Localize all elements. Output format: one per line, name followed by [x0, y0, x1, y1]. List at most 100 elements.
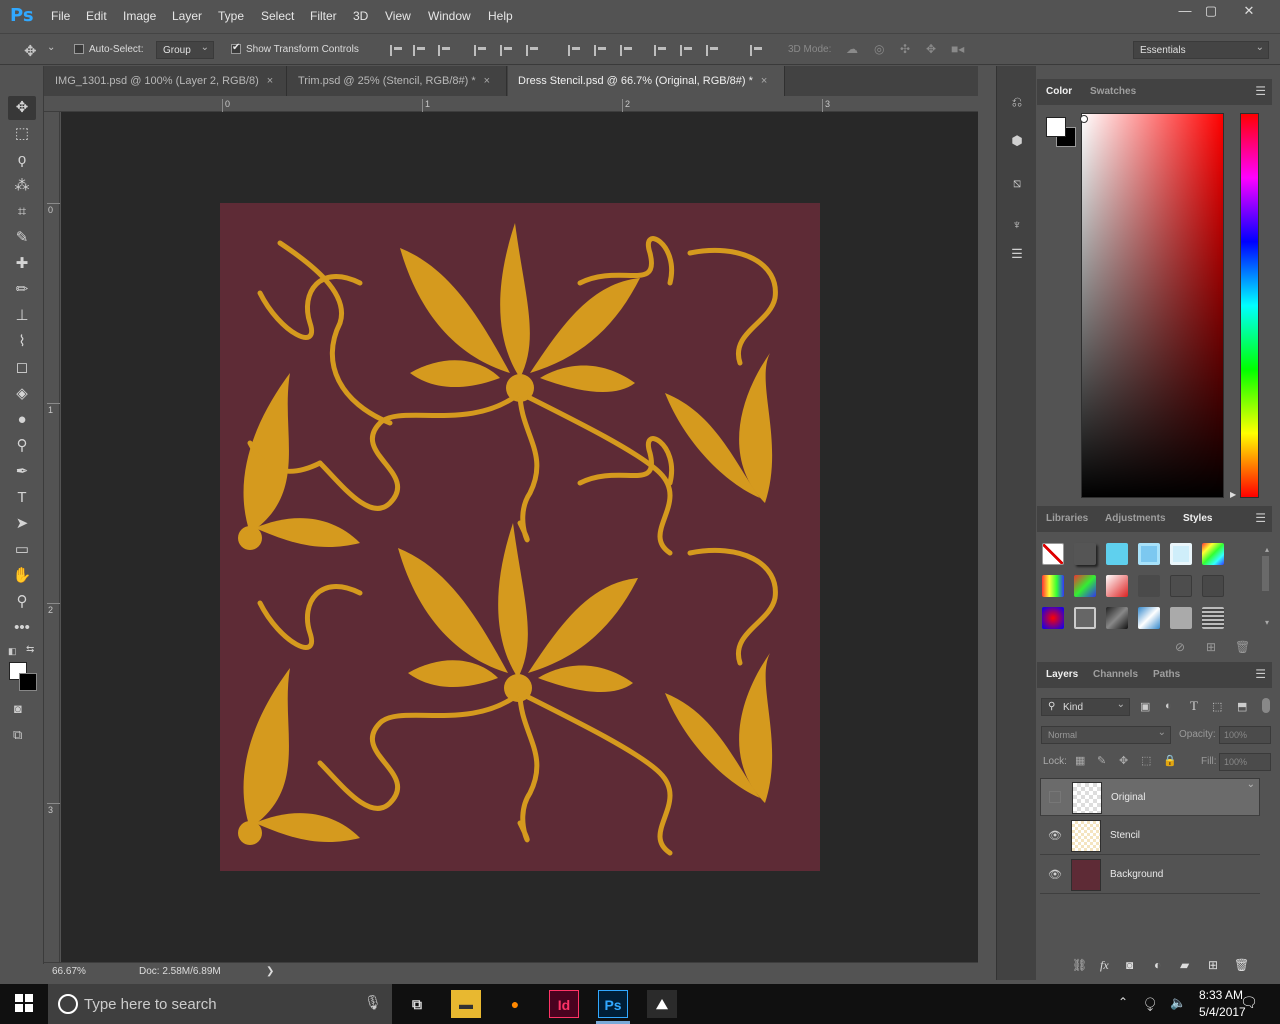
crop-tool-icon[interactable]: ⌗	[8, 200, 36, 224]
menu-help[interactable]: Help	[488, 9, 513, 23]
volume-icon[interactable]: 🔈	[1170, 995, 1186, 1011]
move-tool-preset-icon[interactable]: ✥	[24, 42, 37, 60]
eraser-tool-icon[interactable]: ◻	[8, 356, 36, 380]
layer-kind-filter[interactable]: ⚲ Kind ⌄	[1041, 698, 1130, 716]
trash-icon[interactable]: 🗑	[1234, 958, 1249, 972]
microphone-icon[interactable]: 🎙	[364, 994, 382, 1011]
filter-smart-object-icon[interactable]: ⬒	[1237, 700, 1247, 713]
distribute-right-icon[interactable]	[706, 45, 719, 56]
tab-color[interactable]: Color	[1046, 86, 1072, 97]
lock-all-icon[interactable]: 🔒	[1163, 754, 1177, 767]
distribute-hcenter-icon[interactable]	[680, 45, 693, 56]
menu-view[interactable]: View	[385, 9, 411, 23]
tab-layers[interactable]: Layers	[1046, 669, 1078, 680]
type-tool-icon[interactable]: T	[8, 486, 36, 510]
auto-select-checkbox[interactable]	[74, 44, 84, 54]
style-gray-outline[interactable]	[1170, 575, 1192, 597]
clone-stamp-tool-icon[interactable]: ⊥	[8, 304, 36, 328]
distribute-top-icon[interactable]	[568, 45, 581, 56]
start-windows-icon[interactable]	[15, 994, 33, 1012]
photoshop-app-icon[interactable]: Ps	[598, 990, 628, 1018]
workspace-select[interactable]: Essentials	[1133, 41, 1269, 59]
menu-window[interactable]: Window	[428, 9, 471, 23]
3d-orbit-icon[interactable]: ☁	[846, 42, 858, 56]
rectangle-tool-icon[interactable]: ▭	[8, 538, 36, 562]
styles-scrollbar[interactable]	[1262, 556, 1269, 591]
swap-colors-icon[interactable]: ⇆	[26, 644, 34, 655]
tab-paths[interactable]: Paths	[1153, 669, 1180, 680]
zoom-level[interactable]: 66.67%	[52, 966, 86, 977]
close-tab-icon[interactable]: ×	[761, 75, 767, 87]
hue-slider-handle-icon[interactable]: ▶	[1230, 490, 1236, 499]
opacity-input[interactable]: 100%	[1219, 726, 1271, 744]
blend-mode-select[interactable]: Normal ⌄	[1041, 726, 1171, 744]
notifications-icon[interactable]: 🗨	[1240, 994, 1258, 1011]
screen-mode-icon[interactable]: ⧉	[13, 727, 22, 743]
style-stroke[interactable]	[1074, 607, 1096, 629]
filter-type-icon[interactable]: T	[1190, 698, 1198, 714]
3d-roll-icon[interactable]: ◎	[874, 42, 884, 56]
filter-adjustment-icon[interactable]: ◐	[1165, 700, 1172, 712]
menu-image[interactable]: Image	[123, 9, 156, 23]
menu-filter[interactable]: Filter	[310, 9, 337, 23]
clock-time[interactable]: 8:33 AM	[1199, 988, 1243, 1002]
style-none[interactable]	[1042, 543, 1064, 565]
tab-styles[interactable]: Styles	[1183, 513, 1212, 524]
style-rainbow[interactable]	[1202, 543, 1224, 565]
taskbar-search-box[interactable]: Type here to search 🎙	[48, 984, 392, 1024]
align-top-icon[interactable]	[390, 45, 403, 56]
auto-align-icon[interactable]	[750, 45, 763, 56]
dodge-tool-icon[interactable]: ⚲	[8, 434, 36, 458]
clock-date[interactable]: 5/4/2017	[1199, 1005, 1246, 1019]
default-colors-icon[interactable]: ◧	[8, 646, 17, 657]
healing-brush-tool-icon[interactable]: ✚	[8, 252, 36, 276]
layer-name[interactable]: Background	[1110, 869, 1163, 880]
style-chrome[interactable]	[1106, 607, 1128, 629]
close-tab-icon[interactable]: ×	[484, 75, 490, 87]
chevron-down-icon[interactable]: ⌄	[47, 42, 55, 53]
fx-icon[interactable]: fx	[1100, 958, 1109, 973]
tab-img-1301[interactable]: IMG_1301.psd @ 100% (Layer 2, RGB/8) ×	[45, 66, 287, 96]
align-vcenter-icon[interactable]	[413, 45, 426, 56]
delete-style-icon[interactable]: 🗑	[1235, 640, 1250, 654]
distribute-bottom-icon[interactable]	[620, 45, 633, 56]
menu-select[interactable]: Select	[261, 9, 294, 23]
distribute-vcenter-icon[interactable]	[594, 45, 607, 56]
lock-pixels-icon[interactable]: ✎	[1097, 754, 1106, 767]
panel-menu-icon[interactable]: ☰	[1255, 511, 1266, 525]
3d-scale-icon[interactable]: ■◂	[951, 42, 964, 56]
style-blue-glass[interactable]	[1106, 543, 1128, 565]
align-right-icon[interactable]	[526, 45, 539, 56]
paint-bucket-tool-icon[interactable]: ◈	[8, 382, 36, 406]
menu-3d[interactable]: 3D	[353, 9, 368, 23]
brush-presets-icon[interactable]: ♆	[1005, 214, 1029, 236]
tab-adjustments[interactable]: Adjustments	[1105, 513, 1166, 524]
edit-toolbar-icon[interactable]: •••	[8, 616, 36, 640]
zoom-tool-icon[interactable]: ⚲	[8, 590, 36, 614]
history-brush-tool-icon[interactable]: ⌇	[8, 330, 36, 354]
style-light-blue[interactable]	[1170, 543, 1192, 565]
3d-panel-icon[interactable]: ⬢	[1005, 130, 1029, 152]
file-explorer-icon[interactable]: ▬	[451, 990, 481, 1018]
lasso-tool-icon[interactable]: ϙ	[8, 148, 36, 172]
hue-slider[interactable]	[1240, 113, 1259, 498]
adjustment-icon[interactable]: ◐	[1154, 958, 1161, 972]
ruler-horizontal[interactable]: 0 1 2 3	[44, 96, 978, 112]
show-transform-checkbox[interactable]	[231, 42, 241, 54]
filter-pixel-icon[interactable]: ▣	[1140, 700, 1150, 713]
styles-scroll-down-icon[interactable]: ▾	[1265, 618, 1269, 627]
align-bottom-icon[interactable]	[438, 45, 451, 56]
folder-icon[interactable]: ▰	[1180, 958, 1189, 972]
tab-dress-stencil[interactable]: Dress Stencil.psd @ 66.7% (Original, RGB…	[508, 66, 785, 96]
close-window-button[interactable]: ✕	[1232, 2, 1266, 20]
photos-app-icon[interactable]: ⛰	[647, 990, 677, 1018]
style-blue-chrome[interactable]	[1138, 607, 1160, 629]
brush-settings-icon[interactable]: ☰	[1005, 243, 1029, 265]
pen-tool-icon[interactable]: ✒	[8, 460, 36, 484]
3d-pan-icon[interactable]: ✣	[900, 42, 910, 56]
color-foreground-swatch-front[interactable]	[1046, 117, 1066, 137]
lock-transparency-icon[interactable]: ▦	[1075, 754, 1085, 767]
layer-name[interactable]: Stencil	[1110, 830, 1140, 841]
panel-menu-icon[interactable]: ☰	[1255, 84, 1266, 98]
style-light-gray[interactable]	[1170, 607, 1192, 629]
